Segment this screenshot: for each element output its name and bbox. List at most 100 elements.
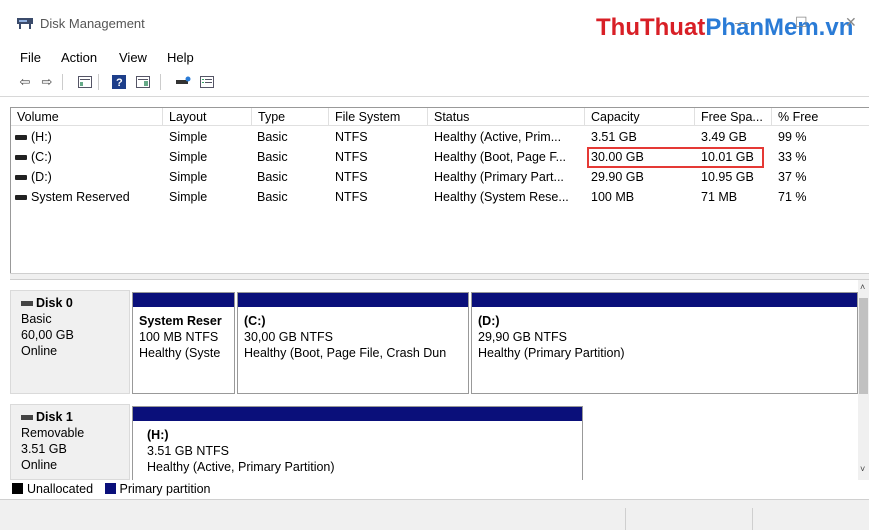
partition-c[interactable]: (C:) 30,00 GB NTFS Healthy (Boot, Page F… bbox=[237, 292, 469, 394]
column-header-free-space[interactable]: Free Spa... bbox=[695, 108, 772, 126]
partition-bar bbox=[133, 293, 234, 307]
cell-file-system: NTFS bbox=[335, 150, 368, 164]
cell-file-system: NTFS bbox=[335, 170, 368, 184]
toolbar-separator bbox=[98, 74, 99, 90]
status-bar bbox=[0, 499, 869, 530]
disk-1-label[interactable]: Disk 1 Removable 3.51 GB Online bbox=[10, 404, 130, 480]
cell-free-space: 3.49 GB bbox=[701, 130, 747, 144]
cell-percent-free: 71 % bbox=[778, 190, 807, 204]
cell-capacity: 29.90 GB bbox=[591, 170, 644, 184]
help-icon[interactable]: ? bbox=[110, 74, 128, 90]
drive-icon bbox=[15, 195, 27, 200]
menu-action[interactable]: Action bbox=[61, 50, 97, 65]
cell-status: Healthy (Boot, Page F... bbox=[434, 150, 567, 164]
cell-layout: Simple bbox=[169, 190, 208, 204]
toolbar-separator bbox=[62, 74, 63, 90]
partition-name: (D:) bbox=[478, 314, 500, 328]
properties-icon[interactable] bbox=[174, 74, 192, 90]
partition-d[interactable]: (D:) 29,90 GB NTFS Healthy (Primary Part… bbox=[471, 292, 858, 394]
disk-size: 60,00 GB bbox=[21, 328, 74, 342]
disk-state: Online bbox=[21, 344, 58, 358]
partition-status: Healthy (Primary Partition) bbox=[478, 346, 625, 360]
partition-h[interactable]: (H:) 3.51 GB NTFS Healthy (Active, Prima… bbox=[132, 406, 583, 480]
disk-name: Disk 1 bbox=[21, 409, 119, 425]
column-header-layout[interactable]: Layout bbox=[163, 108, 252, 126]
graph-scrollbar[interactable]: ˄ ˅ bbox=[858, 280, 869, 480]
cell-layout: Simple bbox=[169, 130, 208, 144]
svg-text:?: ? bbox=[116, 77, 123, 89]
menu-bar: File Action View Help bbox=[0, 44, 869, 66]
cell-percent-free: 37 % bbox=[778, 170, 807, 184]
cell-type: Basic bbox=[257, 170, 288, 184]
partition-system-reserved[interactable]: System Reser 100 MB NTFS Healthy (Syste bbox=[132, 292, 235, 394]
column-header-status[interactable]: Status bbox=[428, 108, 585, 126]
menu-view[interactable]: View bbox=[119, 50, 147, 65]
cell-capacity: 3.51 GB bbox=[591, 130, 637, 144]
pane-splitter[interactable] bbox=[10, 273, 869, 280]
cell-free-space: 71 MB bbox=[701, 190, 738, 204]
console-tree-icon[interactable] bbox=[76, 74, 94, 90]
drive-icon bbox=[15, 175, 27, 180]
cell-status: Healthy (System Rese... bbox=[434, 190, 569, 204]
volume-list[interactable]: Volume Layout Type File System Status Ca… bbox=[10, 107, 869, 274]
column-header-capacity[interactable]: Capacity bbox=[585, 108, 695, 126]
column-header-file-system[interactable]: File System bbox=[329, 108, 428, 126]
column-header-percent-free[interactable]: % Free bbox=[772, 108, 869, 126]
cell-percent-free: 99 % bbox=[778, 130, 807, 144]
scroll-up-icon[interactable]: ˄ bbox=[860, 282, 865, 292]
partition-name: (C:) bbox=[244, 314, 266, 328]
legend: Unallocated Primary partition bbox=[10, 480, 869, 498]
watermark: ThuThuatPhanMem.vn bbox=[596, 14, 853, 42]
scroll-down-icon[interactable]: ˅ bbox=[860, 464, 865, 474]
menu-help[interactable]: Help bbox=[167, 50, 194, 65]
cell-status: Healthy (Active, Prim... bbox=[434, 130, 562, 144]
partition-status: Healthy (Boot, Page File, Crash Dun bbox=[244, 346, 447, 360]
highlight-box bbox=[587, 147, 764, 168]
table-row[interactable]: (H:) Simple Basic NTFS Healthy (Active, … bbox=[11, 127, 869, 147]
toolbar: ⇦ ⇨ ? bbox=[0, 70, 869, 97]
partition-size: 3.51 GB NTFS bbox=[147, 444, 229, 458]
disk-icon bbox=[21, 415, 33, 421]
drive-icon bbox=[15, 135, 27, 140]
table-row[interactable]: System Reserved Simple Basic NTFS Health… bbox=[11, 187, 869, 207]
unallocated-swatch bbox=[12, 483, 23, 494]
menu-file[interactable]: File bbox=[20, 50, 41, 65]
column-header-type[interactable]: Type bbox=[252, 108, 329, 126]
back-icon[interactable]: ⇦ bbox=[16, 74, 34, 90]
partition-size: 30,00 GB NTFS bbox=[244, 330, 333, 344]
cell-free-space: 10.95 GB bbox=[701, 170, 754, 184]
cell-layout: Simple bbox=[169, 170, 208, 184]
disk-0-label[interactable]: Disk 0 Basic 60,00 GB Online bbox=[10, 290, 130, 394]
toolbar-separator bbox=[160, 74, 161, 90]
partition-bar bbox=[472, 293, 857, 307]
cell-status: Healthy (Primary Part... bbox=[434, 170, 564, 184]
title-bar: Disk Management ThuThuatPhanMem.vn — ☐ ✕ bbox=[0, 0, 869, 42]
partition-status: Healthy (Active, Primary Partition) bbox=[147, 460, 335, 474]
close-button[interactable]: ✕ bbox=[845, 14, 857, 31]
cell-volume: (C:) bbox=[31, 150, 52, 164]
partition-status: Healthy (Syste bbox=[139, 346, 221, 360]
minimize-button[interactable]: — bbox=[735, 14, 749, 30]
cell-file-system: NTFS bbox=[335, 130, 368, 144]
cell-layout: Simple bbox=[169, 150, 208, 164]
disk-size: 3.51 GB bbox=[21, 442, 67, 456]
table-row[interactable]: (D:) Simple Basic NTFS Healthy (Primary … bbox=[11, 167, 869, 187]
disk-type: Removable bbox=[21, 426, 85, 440]
disk-graphical-view: Disk 0 Basic 60,00 GB Online System Rese… bbox=[10, 280, 858, 480]
scrollbar-thumb[interactable] bbox=[859, 298, 868, 394]
forward-icon[interactable]: ⇨ bbox=[38, 74, 56, 90]
cell-file-system: NTFS bbox=[335, 190, 368, 204]
show-pane-icon[interactable] bbox=[134, 74, 152, 90]
column-header-volume[interactable]: Volume bbox=[11, 108, 163, 126]
cell-volume: (H:) bbox=[31, 130, 52, 144]
partition-name: System Reser bbox=[139, 314, 222, 328]
partition-size: 29,90 GB NTFS bbox=[478, 330, 567, 344]
maximize-button[interactable]: ☐ bbox=[795, 14, 808, 31]
cell-capacity: 100 MB bbox=[591, 190, 635, 204]
legend-primary: Primary partition bbox=[119, 482, 211, 496]
list-icon[interactable] bbox=[198, 74, 216, 90]
primary-swatch bbox=[104, 483, 116, 494]
disk-name: Disk 0 bbox=[21, 295, 119, 311]
cell-type: Basic bbox=[257, 150, 288, 164]
partition-name: (H:) bbox=[147, 428, 169, 442]
